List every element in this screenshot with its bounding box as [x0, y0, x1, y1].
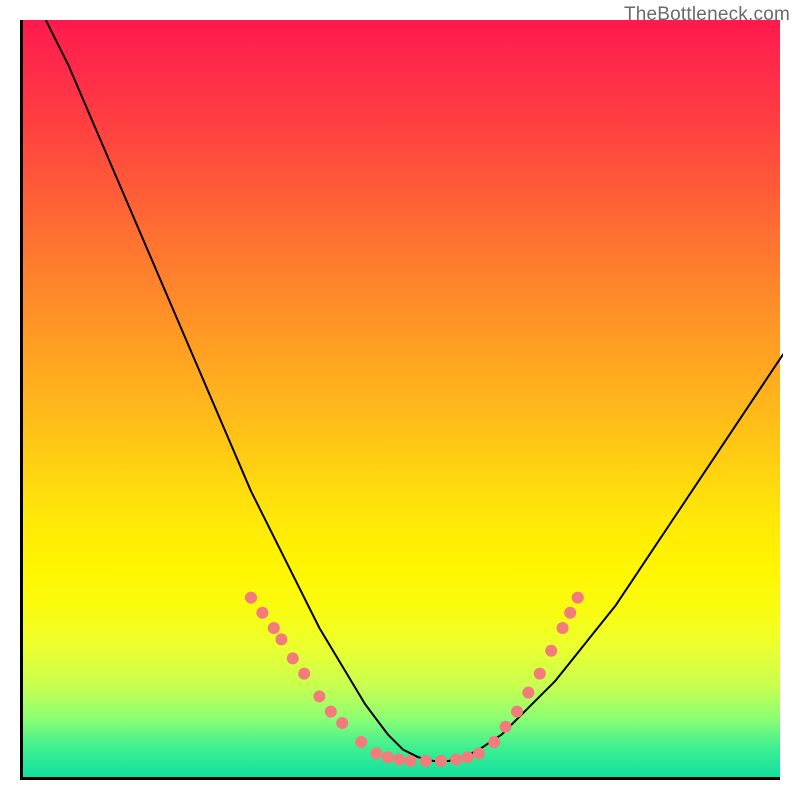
plot-area [20, 20, 780, 780]
curve-line [46, 20, 783, 761]
data-beads [245, 592, 584, 767]
chart-svg [23, 20, 783, 780]
chart-container: TheBottleneck.com [0, 0, 800, 800]
